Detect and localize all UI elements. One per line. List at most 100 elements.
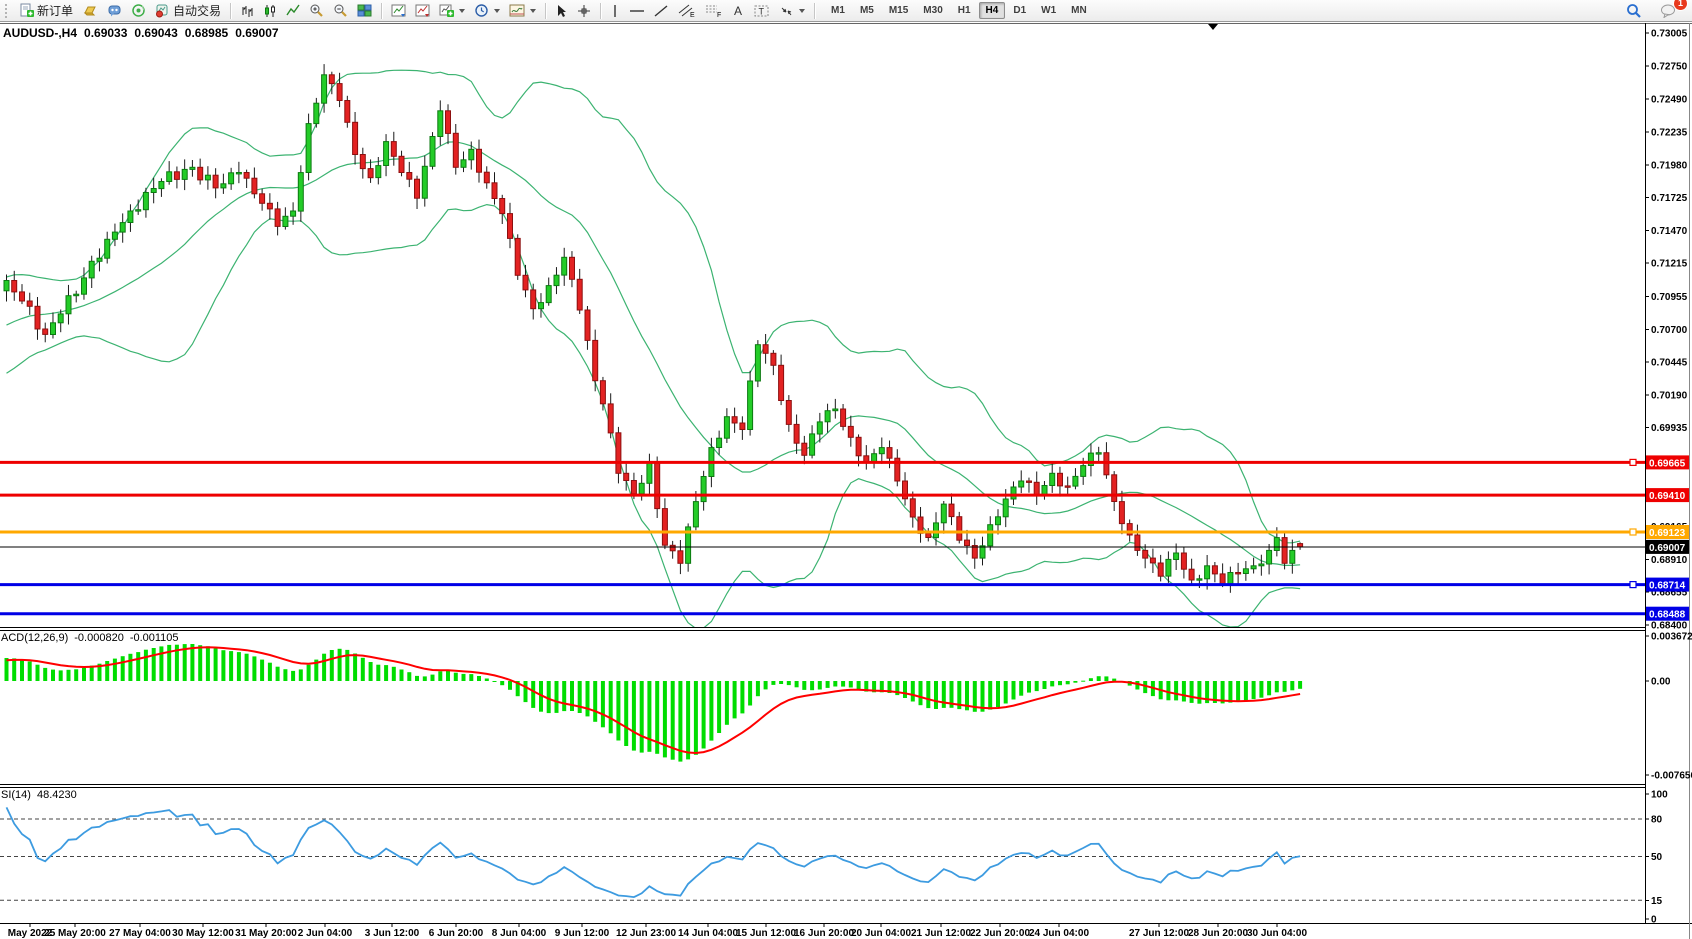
chart-canvas[interactable]: 0.730050.727500.724900.722350.719800.717… [0,23,1692,939]
line-handle[interactable] [1630,459,1636,465]
market-button[interactable] [78,1,102,21]
timeframe-w1[interactable]: W1 [1034,2,1063,19]
macd-bar [919,681,923,705]
timeframe-mn[interactable]: MN [1064,2,1094,19]
time-label: 8 Jun 04:00 [492,928,547,939]
bear-candle [1143,550,1148,558]
rsi-panel[interactable] [0,807,1645,900]
bear-candle [20,292,25,301]
chevron-down-icon [494,9,500,13]
bear-candle [267,203,272,209]
autotrade-button[interactable]: 自动交易 [151,1,225,21]
period-button[interactable] [470,1,504,21]
autotrade-label: 自动交易 [173,2,221,19]
notifications-button[interactable]: 1 [1656,1,1681,21]
bear-candle [841,409,846,426]
horizontal-lines [0,459,1645,613]
search-button[interactable] [1622,1,1646,21]
new-order-button[interactable]: 新订单 [15,1,77,21]
bull-candle [1003,499,1008,517]
add-indicator-button[interactable] [435,1,469,21]
chart-shift-marker[interactable] [1208,24,1218,30]
zoom-in-button[interactable] [305,1,328,21]
candlestick-chart-button[interactable] [259,1,281,21]
timeframe-m1[interactable]: M1 [824,2,852,19]
macd-bar [1236,681,1240,702]
bear-candle [1189,569,1194,580]
price-tick-0.70445: 0.70445 [1651,358,1688,369]
timeframe-m30[interactable]: M30 [916,2,949,19]
template-button[interactable] [505,1,540,21]
bar-chart-button[interactable] [236,1,258,21]
cursor-button[interactable] [551,1,572,21]
timeframe-h1[interactable]: H1 [951,2,978,19]
fibonacci-tool[interactable]: F [701,1,727,21]
signals-button[interactable] [127,1,150,21]
time-axis: May 202225 May 20:0027 May 04:0030 May 1… [8,923,1308,939]
macd-panel[interactable] [5,644,1303,762]
bear-candle [484,172,489,183]
macd-bar [1089,678,1093,681]
vertical-line-tool[interactable] [606,1,624,21]
macd-bar [593,681,597,722]
channel-tool[interactable]: E [674,1,700,21]
bull-candle [283,216,288,226]
timeframe-d1[interactable]: D1 [1006,2,1033,19]
bear-candle [655,463,660,509]
bear-candle [779,365,784,400]
search-icon [1626,3,1642,19]
macd-bar [392,667,396,681]
bear-candle [662,509,667,546]
bear-candle [1119,502,1124,524]
crosshair-button[interactable] [573,1,595,21]
trendline-tool[interactable] [650,1,673,21]
indicator-window-button[interactable] [387,1,410,21]
bear-candle [910,499,915,517]
community-button[interactable] [103,1,126,21]
macd-bar [779,681,783,684]
bear-candle [12,281,17,292]
macd-bar [82,668,86,681]
chart-window[interactable]: 0.730050.727500.724900.722350.719800.717… [0,23,1692,939]
candlestick-chart-icon [263,4,277,18]
time-label: 21 Jun 12:00 [911,928,971,939]
bull-candle [647,463,652,483]
price-tick-0.72490: 0.72490 [1651,95,1688,106]
macd-bar [857,681,861,690]
macd-bar [748,681,752,706]
timeframe-m15[interactable]: M15 [882,2,915,19]
macd-bar [833,681,837,687]
macd-bar [51,670,55,681]
bear-candle [353,122,358,154]
timeframe-h4[interactable]: H4 [979,2,1006,19]
text-tool[interactable]: A [728,1,749,21]
timeframe-m5[interactable]: M5 [853,2,881,19]
macd-bar [709,681,713,741]
macd-bar [562,681,566,711]
horizontal-line-tool[interactable] [625,1,649,21]
macd-bar [369,662,373,681]
bear-candle [608,404,613,433]
macd-bar [1174,681,1178,700]
bear-candle [1027,481,1032,482]
line-handle[interactable] [1630,582,1636,588]
macd-bar [283,669,287,681]
main-chart-panel[interactable] [4,64,1303,628]
line-chart-button[interactable] [282,1,304,21]
bear-candle [593,340,598,380]
indicator-list-button[interactable] [411,1,434,21]
macd-bar [1050,681,1054,686]
macd-bar [291,671,295,681]
macd-bar [1275,681,1279,692]
text-label-tool[interactable]: T [750,1,774,21]
bull-candle [74,294,79,296]
tile-windows-button[interactable] [353,1,376,21]
line-handle[interactable] [1630,529,1636,535]
price-badge-0.69665: 0.69665 [1646,455,1689,469]
bear-candle [43,329,48,334]
bear-candle [670,545,675,551]
arrows-tool[interactable] [775,1,809,21]
macd-bar [276,667,280,681]
zoom-out-button[interactable] [329,1,352,21]
ohlc-close: 0.69007 [235,26,278,40]
